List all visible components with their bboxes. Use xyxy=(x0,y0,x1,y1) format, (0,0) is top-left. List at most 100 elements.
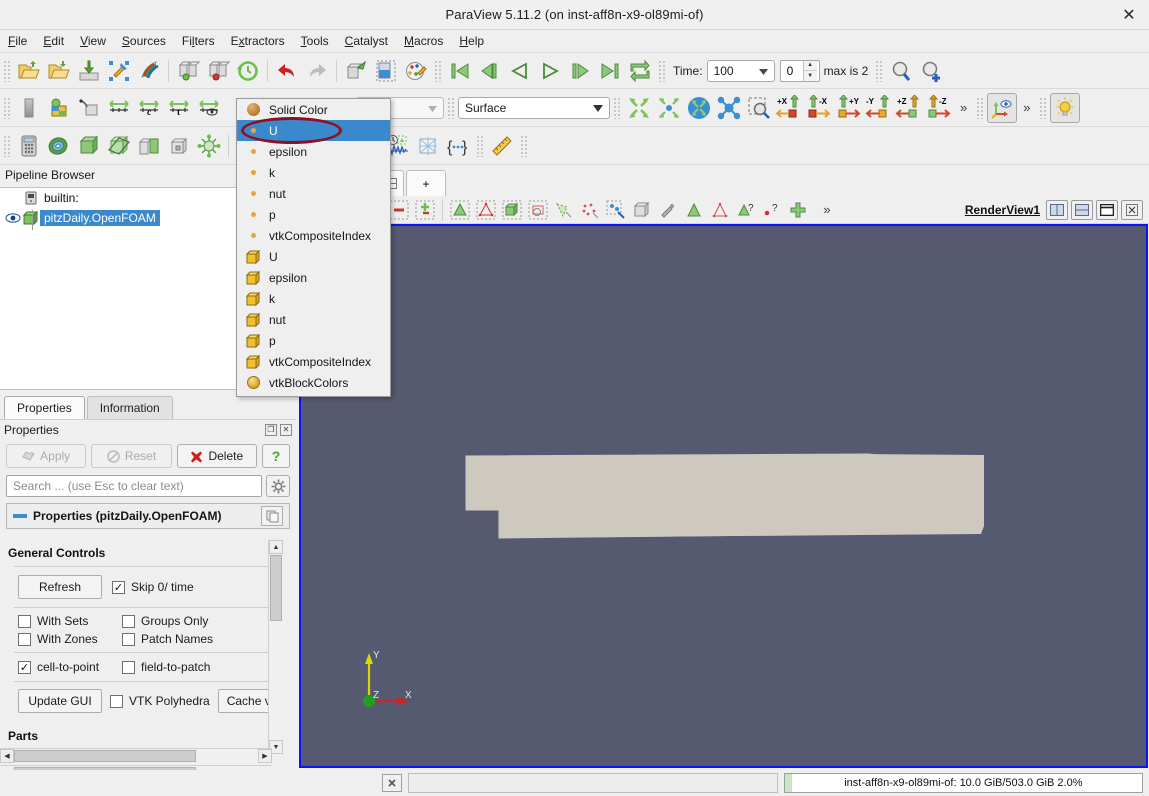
reset-camera-icon[interactable] xyxy=(624,93,654,123)
camera-plus-y-button[interactable]: +Y xyxy=(834,93,864,123)
representation-combo[interactable]: Surface xyxy=(458,97,610,119)
toolbar-grip[interactable] xyxy=(476,135,484,157)
stop-icon[interactable] xyxy=(382,774,402,792)
checkbox-groups-only[interactable]: Groups Only xyxy=(122,614,208,628)
scroll-left-arrow[interactable]: ◀ xyxy=(0,749,14,763)
select-frustum-icon[interactable] xyxy=(412,198,438,222)
stepper-down[interactable]: ▼ xyxy=(804,71,817,81)
render-canvas[interactable]: Y X Z xyxy=(301,226,1146,766)
checkbox-with-sets[interactable]: With Sets xyxy=(18,614,112,628)
checkbox-vtk-polyhedra[interactable]: VTK Polyhedra xyxy=(110,694,210,708)
camera-minus-x-button[interactable]: -X xyxy=(804,93,834,123)
split-vertical-icon[interactable] xyxy=(1071,200,1093,220)
play-icon[interactable] xyxy=(535,56,565,86)
checkbox-box[interactable] xyxy=(122,661,135,674)
zoom-closest-to-data-icon[interactable] xyxy=(714,93,744,123)
properties-vertical-scrollbar[interactable]: ▲ ▼ xyxy=(268,540,282,755)
menu-tools[interactable]: Tools xyxy=(293,31,337,51)
menu-edit[interactable]: Edit xyxy=(35,31,72,51)
tab-properties[interactable]: Properties xyxy=(4,396,85,419)
new-layout-tab-button[interactable]: + xyxy=(406,170,446,196)
calculator-icon[interactable] xyxy=(14,131,44,161)
checkbox-box[interactable] xyxy=(18,615,31,628)
toolbar-overflow-1[interactable]: » xyxy=(954,100,973,115)
reset-button[interactable]: Reset xyxy=(91,444,171,468)
contour-icon[interactable] xyxy=(44,131,74,161)
checkbox-field-to-patch[interactable]: field-to-patch xyxy=(122,660,210,674)
toolbar-grip[interactable] xyxy=(613,97,621,119)
properties-close-button[interactable]: ✕ xyxy=(280,424,292,436)
orientation-axes-icon[interactable] xyxy=(987,93,1017,123)
toolbar-grip[interactable] xyxy=(658,60,666,82)
colorby-item-vtkblockcolors[interactable]: vtkBlockColors xyxy=(237,372,390,393)
colorby-item-cell-nut[interactable]: nut xyxy=(237,309,390,330)
view-toolbar-overflow[interactable]: » xyxy=(817,202,836,217)
menu-extractors[interactable]: Extractors xyxy=(223,31,293,51)
redo-icon[interactable] xyxy=(302,56,332,86)
clip-icon[interactable] xyxy=(74,131,104,161)
checkbox-box[interactable] xyxy=(122,633,135,646)
checkbox-box[interactable] xyxy=(122,615,135,628)
zoom-to-data-icon[interactable] xyxy=(654,93,684,123)
find-data-icon[interactable] xyxy=(886,56,916,86)
shrink-selection-icon[interactable] xyxy=(707,198,733,222)
scrollbar-thumb[interactable] xyxy=(14,750,196,762)
rescale-visible-range-icon[interactable] xyxy=(194,93,224,123)
python-calculator-icon[interactable]: { } xyxy=(443,131,473,161)
frame-index-stepper[interactable]: 0 ▲ ▼ xyxy=(780,60,820,82)
ruler-icon[interactable] xyxy=(487,131,517,161)
eye-visibility-icon[interactable] xyxy=(4,212,22,224)
checkbox-box[interactable] xyxy=(110,695,123,708)
menu-filters[interactable]: Filters xyxy=(174,31,223,51)
gear-icon[interactable] xyxy=(266,475,290,497)
tab-information[interactable]: Information xyxy=(87,396,173,419)
reset-session-icon[interactable] xyxy=(233,56,263,86)
stepper-buttons[interactable]: ▲ ▼ xyxy=(803,61,817,81)
select-polygon-cells-icon[interactable] xyxy=(551,198,577,222)
save-data-icon[interactable] xyxy=(74,56,104,86)
undo-camera-icon[interactable] xyxy=(341,56,371,86)
menu-catalyst[interactable]: Catalyst xyxy=(337,31,396,51)
search-input[interactable]: Search ... (use Esc to clear text) xyxy=(6,475,262,497)
checkbox-with-zones[interactable]: With Zones xyxy=(18,632,112,646)
camera-plus-x-button[interactable]: +X xyxy=(774,93,804,123)
colorby-item-point-epsilon[interactable]: epsilon xyxy=(237,141,390,162)
colorby-item-point-p[interactable]: p xyxy=(237,204,390,225)
scroll-right-arrow[interactable]: ▶ xyxy=(258,749,272,763)
add-camera-icon[interactable] xyxy=(916,56,946,86)
threshold-icon[interactable] xyxy=(134,131,164,161)
refresh-button[interactable]: Refresh xyxy=(18,575,102,599)
redo-camera-icon[interactable] xyxy=(371,56,401,86)
select-surface-points-icon[interactable] xyxy=(473,198,499,222)
toolbar-grip[interactable] xyxy=(1039,97,1047,119)
rescale-to-data-range-icon[interactable] xyxy=(104,93,134,123)
toolbar-grip[interactable] xyxy=(3,135,11,157)
checkbox-patch-names[interactable]: Patch Names xyxy=(122,632,213,646)
connect-server-icon[interactable] xyxy=(173,56,203,86)
checkbox-box[interactable]: ✓ xyxy=(112,581,125,594)
loop-icon[interactable] xyxy=(625,56,655,86)
slice-icon[interactable] xyxy=(104,131,134,161)
toolbar-grip[interactable] xyxy=(976,97,984,119)
maximize-icon[interactable] xyxy=(1096,200,1118,220)
checkbox-box[interactable] xyxy=(18,633,31,646)
last-frame-icon[interactable] xyxy=(595,56,625,86)
edit-color-map-icon[interactable] xyxy=(401,56,431,86)
menu-help[interactable]: Help xyxy=(451,31,492,51)
toolbar-grip[interactable] xyxy=(434,60,442,82)
save-screenshot-icon[interactable] xyxy=(104,56,134,86)
colorby-item-point-vtkcompositeindex[interactable]: vtkCompositeIndex xyxy=(237,225,390,246)
next-frame-icon[interactable] xyxy=(565,56,595,86)
properties-undock-button[interactable]: ❐ xyxy=(265,424,277,436)
time-value-combo[interactable]: 100 xyxy=(707,60,775,82)
checkbox-cell-to-point[interactable]: ✓ cell-to-point xyxy=(18,660,112,674)
save-state-icon[interactable] xyxy=(44,56,74,86)
update-gui-button[interactable]: Update GUI xyxy=(18,689,102,713)
colorby-item-cell-epsilon[interactable]: epsilon xyxy=(237,267,390,288)
select-frustum-cells-icon[interactable] xyxy=(525,198,551,222)
colorby-item-cell-k[interactable]: k xyxy=(237,288,390,309)
menu-view[interactable]: View xyxy=(72,31,114,51)
grow-selection-icon[interactable] xyxy=(681,198,707,222)
first-frame-icon[interactable] xyxy=(445,56,475,86)
colorby-item-solid-color[interactable]: Solid Color xyxy=(237,99,390,120)
